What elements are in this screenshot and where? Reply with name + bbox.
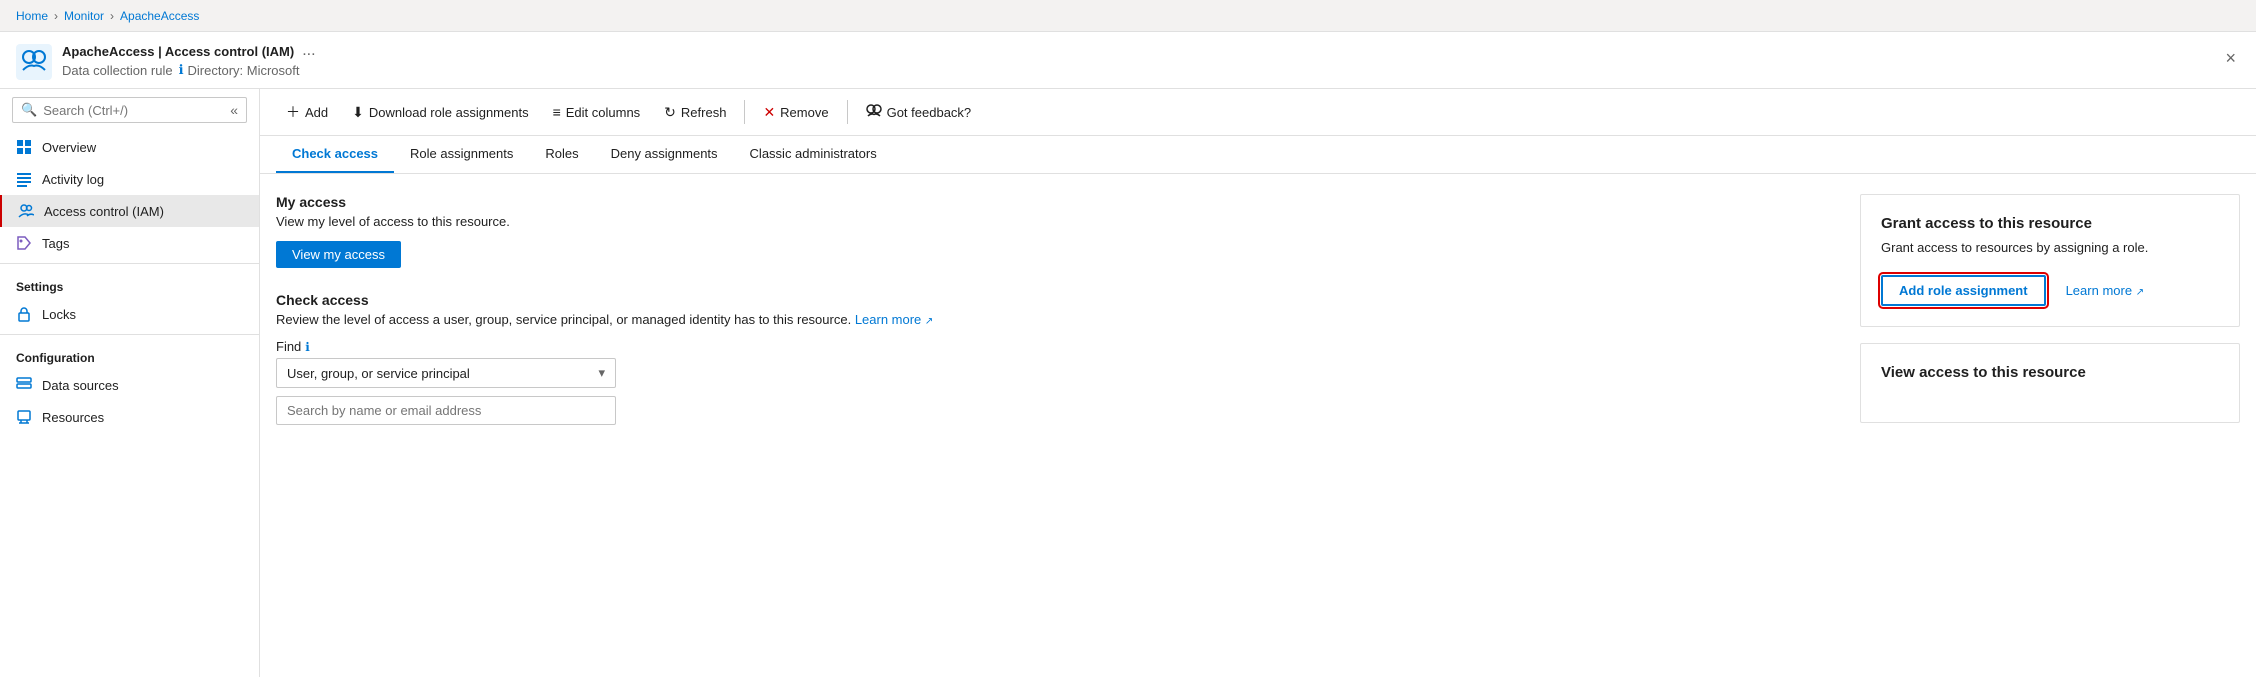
toolbar: ＋ Add ⬇ Download role assignments ≡ Edit… [260, 89, 2256, 136]
external-link-icon: ↗ [925, 316, 933, 327]
sidebar-item-locks[interactable]: Locks [0, 298, 259, 330]
find-label: Find ℹ [276, 339, 1840, 354]
lock-icon [16, 306, 32, 322]
breadcrumb-home[interactable]: Home [16, 9, 48, 23]
remove-icon: ✕ [763, 104, 775, 121]
view-access-card: View access to this resource [1860, 343, 2240, 423]
columns-icon: ≡ [553, 104, 561, 120]
sidebar-item-tags[interactable]: Tags [0, 227, 259, 259]
page-header: ApacheAccess | Access control (IAM) ... … [0, 32, 2256, 89]
toolbar-separator [744, 100, 745, 124]
principal-search-input[interactable] [287, 403, 605, 418]
my-access-desc: View my level of access to this resource… [276, 214, 1840, 229]
tab-bar: Check access Role assignments Roles Deny… [260, 136, 2256, 174]
check-access-section: Check access Review the level of access … [276, 292, 1840, 425]
sidebar-item-overview[interactable]: Overview [0, 131, 259, 163]
view-access-title: View access to this resource [1881, 364, 2219, 381]
add-icon: ＋ [286, 102, 300, 122]
grid-icon [16, 139, 32, 155]
close-button[interactable]: × [2221, 44, 2240, 73]
tab-deny-assignments[interactable]: Deny assignments [595, 136, 734, 173]
my-access-section: My access View my level of access to thi… [276, 194, 1840, 288]
sidebar: 🔍 « Overview [0, 89, 260, 677]
grant-access-learn-more[interactable]: Learn more ↗ [2066, 283, 2145, 298]
sidebar-item-resources[interactable]: Resources [0, 401, 259, 433]
divider-settings [0, 263, 259, 264]
toolbar-separator-2 [847, 100, 848, 124]
check-access-learn-more[interactable]: Learn more ↗ [855, 312, 934, 327]
dropdown-arrow-icon: ▾ [598, 365, 605, 381]
page-subtitle: Data collection rule ℹ Directory: Micros… [62, 62, 2240, 78]
check-access-title: Check access [276, 292, 1840, 308]
tab-role-assignments[interactable]: Role assignments [394, 136, 529, 173]
left-panel: My access View my level of access to thi… [276, 194, 1840, 657]
search-input[interactable] [43, 103, 224, 118]
search-field-wrapper [276, 396, 616, 425]
info-icon: ℹ [179, 62, 184, 78]
tab-check-access[interactable]: Check access [276, 136, 394, 173]
page-content: My access View my level of access to thi… [260, 174, 2256, 677]
view-my-access-button[interactable]: View my access [276, 241, 401, 268]
tag-icon [16, 235, 32, 251]
configuration-section-label: Configuration [0, 339, 259, 369]
check-access-desc: Review the level of access a user, group… [276, 312, 1840, 327]
sidebar-item-activity-log[interactable]: Activity log [0, 163, 259, 195]
tab-roles[interactable]: Roles [529, 136, 594, 173]
card-actions: Add role assignment Learn more ↗ [1881, 275, 2219, 306]
grant-access-card: Grant access to this resource Grant acce… [1860, 194, 2240, 327]
grant-external-link-icon: ↗ [2136, 287, 2144, 298]
main-layout: 🔍 « Overview [0, 89, 2256, 677]
refresh-icon: ↻ [664, 104, 676, 121]
feedback-button[interactable]: Got feedback? [856, 99, 982, 126]
sidebar-nav: Overview Activity log [0, 131, 259, 433]
grant-access-desc: Grant access to resources by assigning a… [1881, 240, 2219, 255]
add-role-assignment-button[interactable]: Add role assignment [1881, 275, 2046, 306]
resource-nav-icon [16, 409, 32, 425]
content-area: ＋ Add ⬇ Download role assignments ≡ Edit… [260, 89, 2256, 677]
principal-type-dropdown[interactable]: User, group, or service principal ▾ [276, 358, 616, 388]
page-title: ApacheAccess | Access control (IAM) ... [62, 42, 2240, 60]
right-panel: Grant access to this resource Grant acce… [1860, 194, 2240, 657]
header-text: ApacheAccess | Access control (IAM) ... … [62, 42, 2240, 78]
sidebar-item-access-control[interactable]: Access control (IAM) [0, 195, 259, 227]
breadcrumb-monitor[interactable]: Monitor [64, 9, 104, 23]
grant-access-title: Grant access to this resource [1881, 215, 2219, 232]
download-button[interactable]: ⬇ Download role assignments [342, 99, 538, 126]
edit-columns-button[interactable]: ≡ Edit columns [543, 99, 651, 125]
person-group-icon [18, 203, 34, 219]
refresh-button[interactable]: ↻ Refresh [654, 99, 736, 126]
resource-icon [16, 44, 52, 80]
divider-configuration [0, 334, 259, 335]
collapse-button[interactable]: « [230, 102, 238, 118]
header-ellipsis[interactable]: ... [302, 42, 315, 60]
search-icon: 🔍 [21, 102, 37, 118]
list-icon [16, 171, 32, 187]
settings-section-label: Settings [0, 268, 259, 298]
sidebar-item-data-sources[interactable]: Data sources [0, 369, 259, 401]
find-help-icon: ℹ [305, 340, 310, 354]
my-access-title: My access [276, 194, 1840, 210]
breadcrumb-current[interactable]: ApacheAccess [120, 9, 199, 23]
breadcrumb: Home › Monitor › ApacheAccess [0, 0, 2256, 32]
feedback-icon [866, 104, 882, 121]
download-icon: ⬇ [352, 104, 364, 121]
remove-button[interactable]: ✕ Remove [753, 99, 838, 126]
search-box: 🔍 « [12, 97, 247, 123]
data-source-icon [16, 377, 32, 393]
tab-classic-admin[interactable]: Classic administrators [734, 136, 893, 173]
add-button[interactable]: ＋ Add [276, 97, 338, 127]
